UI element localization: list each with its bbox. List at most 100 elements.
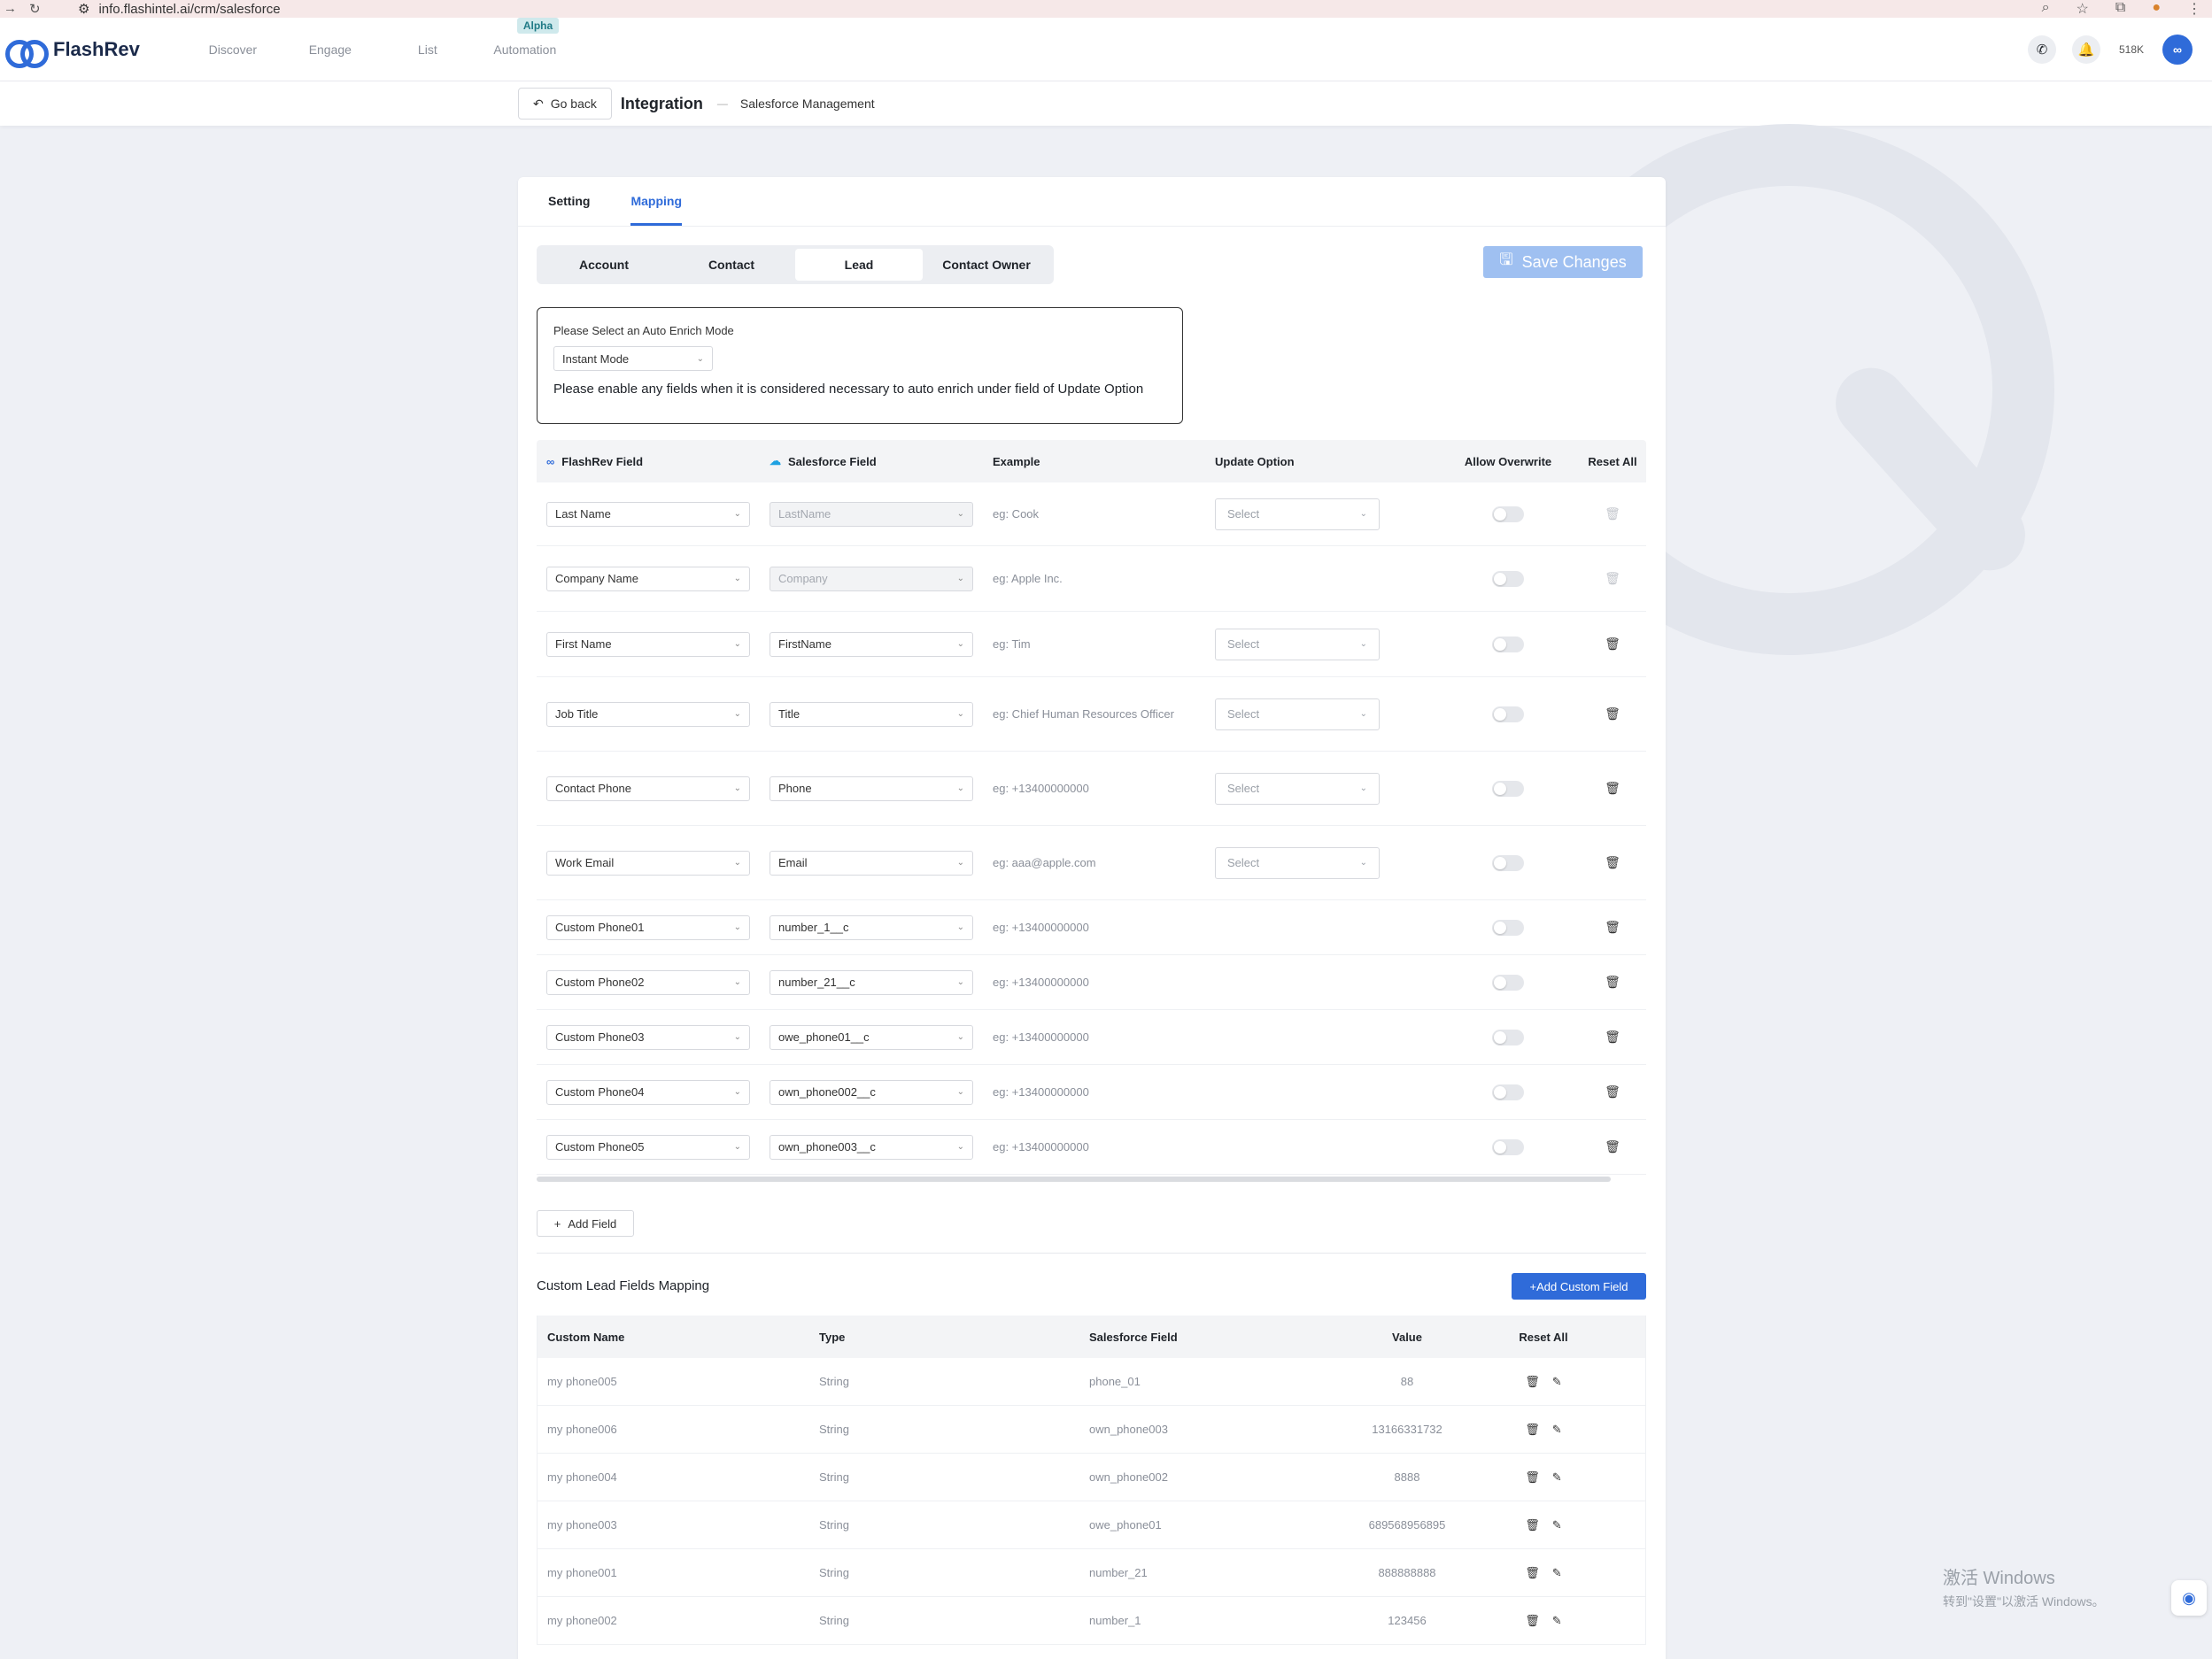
brand-logo[interactable]: FlashRev (5, 35, 140, 68)
salesforce-field-select[interactable]: own_phone002__c ⌄ (770, 1079, 973, 1105)
address-bar[interactable]: ⚙ info.flashintel.ai/crm/salesforce (78, 1, 2042, 18)
auto-enrich-panel: Please Select an Auto Enrich Mode Instan… (537, 307, 1183, 424)
menu-item-automation[interactable]: Alpha Automation (476, 17, 574, 57)
header-custom-name: Custom Name (547, 1330, 625, 1344)
flashrev-field-select[interactable]: Company Name ⌄ (546, 566, 750, 591)
update-option-select[interactable]: Select ⌄ (1215, 498, 1380, 530)
trash-icon[interactable]: 🗑 (1605, 1084, 1620, 1100)
update-option-select[interactable]: Select ⌄ (1215, 628, 1380, 660)
allow-overwrite-toggle[interactable] (1492, 1084, 1524, 1100)
segment-lead[interactable]: Lead (795, 249, 923, 281)
trash-icon[interactable]: 🗑 (1605, 1139, 1620, 1154)
segment-contact-owner[interactable]: Contact Owner (923, 249, 1050, 281)
trash-icon[interactable]: 🗑 (1525, 1566, 1540, 1580)
flashrev-field-select[interactable]: Work Email ⌄ (546, 850, 750, 876)
allow-overwrite-toggle[interactable] (1492, 780, 1524, 797)
add-custom-field-button[interactable]: +Add Custom Field (1512, 1273, 1646, 1300)
menu-item-engage[interactable]: Engage (282, 42, 379, 57)
trash-icon[interactable]: 🗑 (1605, 1030, 1620, 1045)
segment-account[interactable]: Account (540, 249, 668, 281)
support-chat-icon[interactable]: ◉ (2171, 1580, 2207, 1616)
profile-icon[interactable]: ● (2152, 0, 2161, 18)
edit-pencil-icon[interactable]: ✎ (1552, 1470, 1562, 1485)
table-row: Contact Phone ⌄ Phone ⌄ eg: +13400000000 Sele… (537, 752, 1646, 826)
flashrev-field-select[interactable]: Custom Phone01 ⌄ (546, 914, 750, 940)
allow-overwrite-toggle[interactable] (1492, 974, 1524, 991)
save-changes-button[interactable]: 🖫 Save Changes (1483, 246, 1643, 278)
allow-overwrite-toggle[interactable] (1492, 706, 1524, 722)
custom-name-cell: my phone006 (547, 1423, 617, 1436)
tab-mapping[interactable]: Mapping (630, 194, 682, 226)
trash-icon[interactable]: 🗑 (1605, 706, 1620, 721)
edit-pencil-icon[interactable]: ✎ (1552, 1566, 1562, 1580)
value-cell: 8888 (1394, 1470, 1420, 1484)
avatar[interactable]: ∞ (2162, 34, 2193, 65)
allow-overwrite-toggle[interactable] (1492, 570, 1524, 587)
tab-setting[interactable]: Setting (548, 194, 590, 226)
flashrev-field-select[interactable]: Job Title ⌄ (546, 701, 750, 727)
edit-pencil-icon[interactable]: ✎ (1552, 1518, 1562, 1532)
allow-overwrite-toggle[interactable] (1492, 636, 1524, 652)
flashrev-field-select[interactable]: Contact Phone ⌄ (546, 775, 750, 801)
segment-contact[interactable]: Contact (668, 249, 795, 281)
flashrev-field-select[interactable]: Custom Phone05 ⌄ (546, 1134, 750, 1160)
edit-pencil-icon[interactable]: ✎ (1552, 1375, 1562, 1389)
go-back-button[interactable]: ↶ Go back (518, 88, 612, 120)
menu-item-list[interactable]: List (379, 42, 476, 57)
salesforce-field-select[interactable]: FirstName ⌄ (770, 631, 973, 657)
flashrev-field-value: Custom Phone01 (555, 921, 645, 934)
salesforce-field-select[interactable]: Title ⌄ (770, 701, 973, 727)
auto-enrich-mode-select[interactable]: Instant Mode ⌄ (553, 346, 713, 371)
trash-icon[interactable]: 🗑 (1605, 637, 1620, 652)
zoom-icon[interactable]: ⌕ (2042, 0, 2050, 18)
salesforce-field-select[interactable]: Email ⌄ (770, 850, 973, 876)
salesforce-cloud-icon: ☁ (770, 454, 781, 467)
bookmark-star-icon[interactable]: ☆ (2077, 0, 2089, 18)
trash-icon[interactable]: 🗑 (1525, 1375, 1540, 1389)
trash-icon[interactable]: 🗑 (1525, 1423, 1540, 1437)
chevron-down-icon: ⌄ (733, 639, 741, 649)
extensions-icon[interactable]: ⧉ (2115, 0, 2125, 18)
flashrev-field-select[interactable]: Last Name ⌄ (546, 501, 750, 527)
flashrev-field-select[interactable]: Custom Phone02 ⌄ (546, 969, 750, 995)
allow-overwrite-toggle[interactable] (1492, 1138, 1524, 1155)
salesforce-field-select[interactable]: number_1__c ⌄ (770, 914, 973, 940)
update-option-select[interactable]: Select ⌄ (1215, 846, 1380, 879)
reset-all-link[interactable]: Reset All (1579, 455, 1646, 468)
trash-icon[interactable]: 🗑 (1605, 781, 1620, 796)
update-option-select[interactable]: Select ⌄ (1215, 772, 1380, 805)
allow-overwrite-toggle[interactable] (1492, 505, 1524, 522)
add-field-button[interactable]: + Add Field (537, 1210, 634, 1237)
trash-icon[interactable]: 🗑 (1525, 1470, 1540, 1485)
custom-reset-all-link[interactable]: Reset All (1477, 1331, 1610, 1344)
salesforce-field-select[interactable]: number_21__c ⌄ (770, 969, 973, 995)
credits-count[interactable]: 518K (2116, 43, 2146, 56)
edit-pencil-icon[interactable]: ✎ (1552, 1423, 1562, 1437)
trash-icon[interactable]: 🗑 (1525, 1518, 1540, 1532)
flashrev-field-select[interactable]: Custom Phone03 ⌄ (546, 1024, 750, 1050)
trash-icon[interactable]: 🗑 (1525, 1614, 1540, 1628)
browser-menu-icon[interactable]: ⋮ (2187, 0, 2201, 18)
trash-icon[interactable]: 🗑 (1605, 975, 1620, 990)
chevron-down-icon: ⌄ (956, 977, 964, 987)
salesforce-field-select[interactable]: Phone ⌄ (770, 775, 973, 801)
allow-overwrite-toggle[interactable] (1492, 919, 1524, 936)
allow-overwrite-toggle[interactable] (1492, 1029, 1524, 1046)
chevron-down-icon: ⌄ (1359, 783, 1367, 793)
phone-icon[interactable]: ✆ (2028, 35, 2056, 64)
horizontal-scrollbar[interactable] (537, 1177, 1611, 1182)
trash-icon[interactable]: 🗑 (1605, 920, 1620, 935)
notification-bell-icon[interactable]: 🔔 (2072, 35, 2100, 64)
menu-item-discover[interactable]: Discover (184, 42, 282, 57)
salesforce-field-select[interactable]: owe_phone01__c ⌄ (770, 1024, 973, 1050)
salesforce-field-select[interactable]: own_phone003__c ⌄ (770, 1134, 973, 1160)
flashrev-field-select[interactable]: Custom Phone04 ⌄ (546, 1079, 750, 1105)
allow-overwrite-toggle[interactable] (1492, 854, 1524, 871)
edit-pencil-icon[interactable]: ✎ (1552, 1614, 1562, 1628)
flashrev-field-select[interactable]: First Name ⌄ (546, 631, 750, 657)
forward-icon[interactable]: → (4, 1, 17, 17)
trash-icon[interactable]: 🗑 (1605, 855, 1620, 870)
update-option-select[interactable]: Select ⌄ (1215, 698, 1380, 730)
reload-icon[interactable]: ↻ (29, 1, 41, 17)
site-info-icon[interactable]: ⚙ (78, 1, 89, 17)
